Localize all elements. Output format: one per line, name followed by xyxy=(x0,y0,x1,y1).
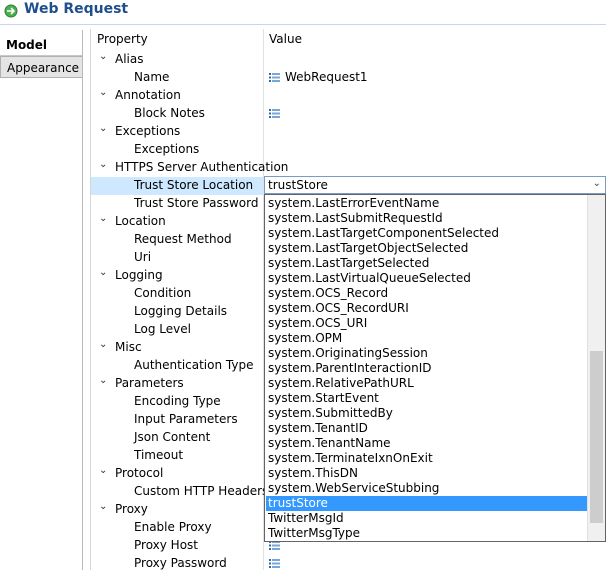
category-row[interactable]: ⌄ Annotation xyxy=(91,87,606,105)
dropdown-option[interactable]: system.OCS_RecordURI xyxy=(266,301,588,316)
collapse-chevron-icon[interactable]: ⌄ xyxy=(99,87,107,98)
property-label: Trust Store Password xyxy=(134,196,259,210)
property-label: Timeout xyxy=(134,448,184,462)
collapse-chevron-icon[interactable]: ⌄ xyxy=(99,123,107,134)
dropdown-option[interactable]: system.LastTargetObjectSelected xyxy=(266,241,588,256)
property-label: Authentication Type xyxy=(134,358,254,372)
property-label: Json Content xyxy=(134,430,211,444)
collapse-chevron-icon[interactable]: ⌄ xyxy=(99,375,107,386)
collapse-chevron-icon[interactable]: ⌄ xyxy=(99,339,107,350)
dropdown-option[interactable]: system.TerminateIxnOnExit xyxy=(266,451,588,466)
page-title: Web Request xyxy=(24,1,129,17)
grid-header: Property Value xyxy=(91,29,606,49)
property-label: Proxy xyxy=(115,502,148,516)
property-label: Enable Proxy xyxy=(134,520,212,534)
property-label: Parameters xyxy=(115,376,184,390)
dropdown-option[interactable]: system.LastErrorEventName xyxy=(266,196,588,211)
property-label: Proxy Host xyxy=(134,538,199,552)
dropdown-option[interactable]: TwitterMsgType xyxy=(266,526,588,541)
property-label: Logging xyxy=(115,268,163,282)
dropdown-option[interactable]: system.ThisDN xyxy=(266,466,588,481)
property-label: Logging Details xyxy=(134,304,228,318)
value-column-header: Value xyxy=(269,32,302,46)
property-value[interactable]: WebRequest1 xyxy=(285,70,368,84)
dropdown-option[interactable]: TwitterMsgId xyxy=(266,511,588,526)
property-label: Annotation xyxy=(115,88,181,102)
combo-value: trustStore xyxy=(268,178,328,192)
property-label: Misc xyxy=(115,340,142,354)
category-row[interactable]: ⌄ Alias xyxy=(91,51,606,69)
list-icon[interactable] xyxy=(269,559,280,568)
list-icon[interactable] xyxy=(269,109,280,118)
property-label: Request Method xyxy=(134,232,232,246)
property-row[interactable]: Proxy Password xyxy=(91,555,606,573)
property-row[interactable]: Block Notes xyxy=(91,105,606,123)
list-icon[interactable] xyxy=(269,73,280,82)
trust-store-location-combo[interactable]: trustStore ⌄ xyxy=(264,176,606,194)
property-label: Block Notes xyxy=(134,106,205,120)
category-row[interactable]: ⌄ Exceptions xyxy=(91,123,606,141)
collapse-chevron-icon[interactable]: ⌄ xyxy=(99,465,107,476)
web-request-icon xyxy=(4,4,18,18)
dropdown-option[interactable]: system.OCS_URI xyxy=(266,316,588,331)
dropdown-option[interactable]: system.OCS_Record xyxy=(266,286,588,301)
dropdown-option[interactable]: system.StartEvent xyxy=(266,391,588,406)
property-column-header: Property xyxy=(97,32,148,46)
category-row[interactable]: ⌄ HTTPS Server Authentication xyxy=(91,159,606,177)
property-label: Condition xyxy=(134,286,192,300)
property-label: Alias xyxy=(115,52,144,66)
side-tabs: Model Appearance xyxy=(0,30,83,570)
property-label: Proxy Password xyxy=(134,556,227,570)
dropdown-option[interactable]: trustStore xyxy=(266,496,588,511)
property-label: Trust Store Location xyxy=(134,178,254,192)
property-label: Custom HTTP Headers xyxy=(134,484,269,498)
property-label: Uri xyxy=(134,250,152,264)
property-label: Input Parameters xyxy=(134,412,238,426)
dropdown-option[interactable]: system.LastVirtualQueueSelected xyxy=(266,271,588,286)
list-icon[interactable] xyxy=(269,541,280,550)
scrollbar-thumb[interactable] xyxy=(590,351,603,523)
dropdown-option[interactable]: system.ParentInteractionID xyxy=(266,361,588,376)
tab-appearance[interactable]: Appearance xyxy=(0,56,82,78)
dropdown-option[interactable]: system.LastTargetSelected xyxy=(266,256,588,271)
collapse-chevron-icon[interactable]: ⌄ xyxy=(99,213,107,224)
property-label: Log Level xyxy=(134,322,191,336)
dropdown-option[interactable]: system.OriginatingSession xyxy=(266,346,588,361)
property-label: Exceptions xyxy=(115,124,181,138)
dropdown-option[interactable]: system.TenantName xyxy=(266,436,588,451)
property-label: Exceptions xyxy=(134,142,200,156)
dropdown-scrollbar[interactable] xyxy=(587,195,605,541)
property-label: HTTPS Server Authentication xyxy=(115,160,289,174)
dropdown-option[interactable]: system.SubmittedBy xyxy=(266,406,588,421)
chevron-down-icon[interactable]: ⌄ xyxy=(593,178,601,189)
property-label: Location xyxy=(115,214,166,228)
collapse-chevron-icon[interactable]: ⌄ xyxy=(99,501,107,512)
property-label: Protocol xyxy=(115,466,164,480)
dropdown-option[interactable]: system.RelativePathURL xyxy=(266,376,588,391)
collapse-chevron-icon[interactable]: ⌄ xyxy=(99,51,107,62)
title-bar: Web Request xyxy=(0,0,606,25)
dropdown-option[interactable]: system.TenantID xyxy=(266,421,588,436)
tab-model[interactable]: Model xyxy=(0,34,82,56)
collapse-chevron-icon[interactable]: ⌄ xyxy=(99,267,107,278)
variable-dropdown-list[interactable]: system.LastErrorEventName system.LastSubm… xyxy=(264,194,606,542)
property-label: Name xyxy=(134,70,170,84)
property-row[interactable]: Name WebRequest1 xyxy=(91,69,606,87)
collapse-chevron-icon[interactable]: ⌄ xyxy=(99,159,107,170)
dropdown-option[interactable]: system.WebServiceStubbing xyxy=(266,481,588,496)
dropdown-option[interactable]: system.LastTargetComponentSelected xyxy=(266,226,588,241)
dropdown-option[interactable]: system.OPM xyxy=(266,331,588,346)
property-row[interactable]: Exceptions xyxy=(91,141,606,159)
property-label: Encoding Type xyxy=(134,394,221,408)
dropdown-option[interactable]: system.LastSubmitRequestId xyxy=(266,211,588,226)
